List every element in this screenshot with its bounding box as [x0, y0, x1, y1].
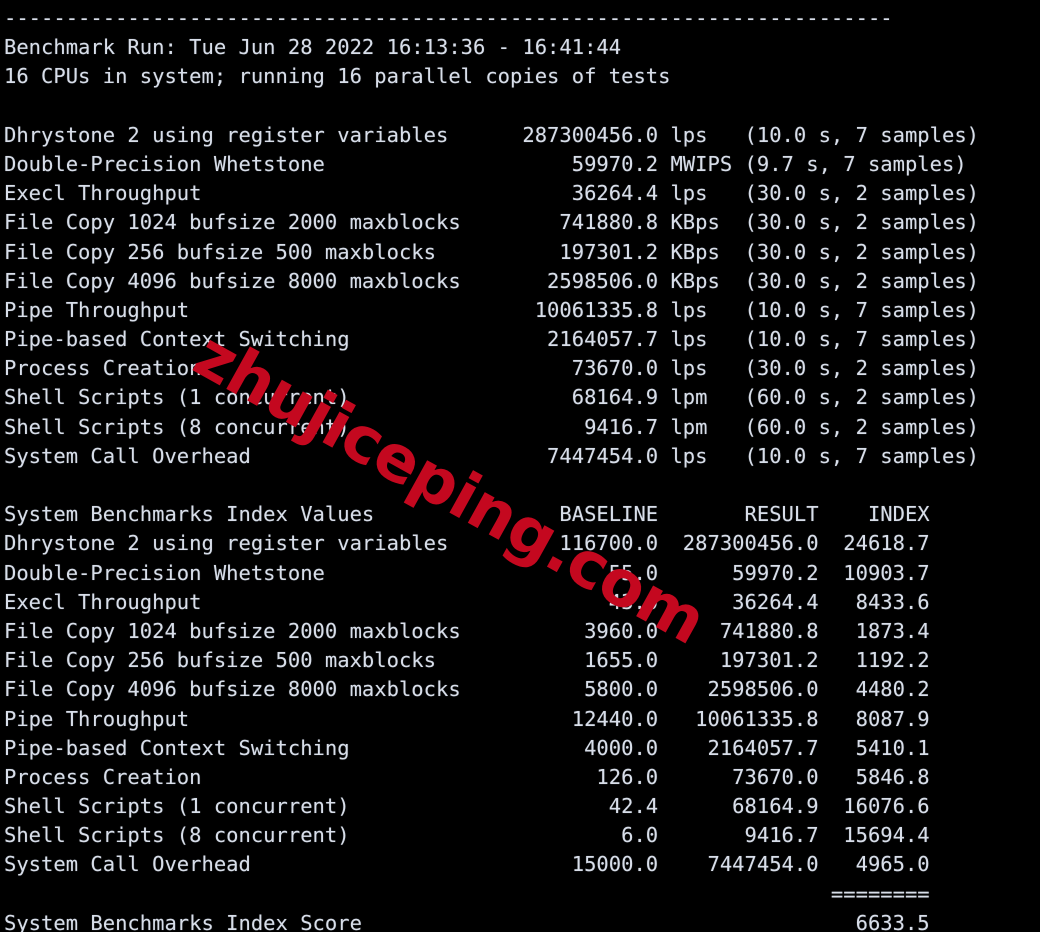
terminal-line: Benchmark Run: Tue Jun 28 2022 16:13:36 … — [4, 35, 622, 60]
terminal-line: Pipe-based Context Switching 4000.0 2164… — [4, 735, 930, 760]
terminal-line: File Copy 4096 bufsize 8000 maxblocks 25… — [4, 268, 980, 293]
terminal-line: Pipe-based Context Switching 2164057.7 l… — [4, 327, 980, 352]
terminal-line: File Copy 256 bufsize 500 maxblocks 1973… — [4, 239, 980, 264]
terminal-line: File Copy 4096 bufsize 8000 maxblocks 58… — [4, 677, 930, 702]
terminal-line: System Call Overhead 7447454.0 lps (10.0… — [4, 443, 980, 468]
terminal-line: Dhrystone 2 using register variables 287… — [4, 122, 980, 147]
terminal-line: ----------------------------------------… — [4, 6, 893, 30]
terminal-line: 16 CPUs in system; running 16 parallel c… — [4, 64, 671, 89]
terminal-line: Pipe Throughput 10061335.8 lps (10.0 s, … — [4, 297, 980, 322]
terminal-line: Pipe Throughput 12440.0 10061335.8 8087.… — [4, 706, 930, 731]
terminal-line: Execl Throughput 36264.4 lps (30.0 s, 2 … — [4, 181, 980, 206]
terminal-line: System Call Overhead 15000.0 7447454.0 4… — [4, 852, 930, 877]
terminal-line: Dhrystone 2 using register variables 116… — [4, 531, 930, 556]
terminal-line: Double-Precision Whetstone 59970.2 MWIPS… — [4, 151, 967, 176]
terminal-line: Process Creation 73670.0 lps (30.0 s, 2 … — [4, 356, 980, 381]
terminal-line: System Benchmarks Index Values BASELINE … — [4, 502, 930, 527]
terminal-line: Shell Scripts (8 concurrent) 9416.7 lpm … — [4, 414, 980, 439]
terminal-line: Shell Scripts (1 concurrent) 68164.9 lpm… — [4, 385, 980, 410]
terminal-output-pane[interactable]: ----------------------------------------… — [0, 0, 1040, 932]
terminal-line: System Benchmarks Index Score 6633.5 — [4, 910, 930, 932]
terminal-line: Process Creation 126.0 73670.0 5846.8 — [4, 764, 930, 789]
terminal-line: File Copy 1024 bufsize 2000 maxblocks 74… — [4, 210, 980, 235]
terminal-line: Double-Precision Whetstone 55.0 59970.2 … — [4, 560, 930, 585]
terminal-line: File Copy 256 bufsize 500 maxblocks 1655… — [4, 648, 930, 673]
benchmark-report-text: ----------------------------------------… — [4, 4, 1040, 932]
terminal-line: File Copy 1024 bufsize 2000 maxblocks 39… — [4, 618, 930, 643]
terminal-line: ======== — [4, 881, 930, 906]
terminal-line: Shell Scripts (8 concurrent) 6.0 9416.7 … — [4, 823, 930, 848]
terminal-line: Shell Scripts (1 concurrent) 42.4 68164.… — [4, 794, 930, 819]
terminal-line: Execl Throughput 43.0 36264.4 8433.6 — [4, 589, 930, 614]
